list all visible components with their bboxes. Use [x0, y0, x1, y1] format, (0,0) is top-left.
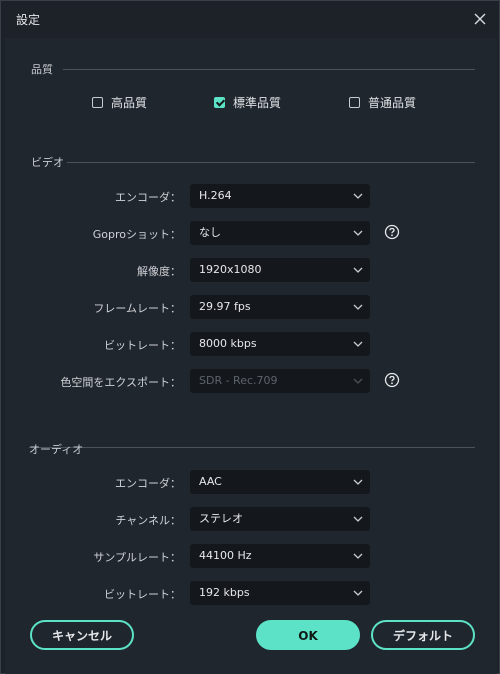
select-resolution[interactable]: 1920x1080 — [190, 258, 370, 282]
select-value: H.264 — [199, 189, 232, 202]
select-value: ステレオ — [199, 512, 243, 525]
select-value: なし — [199, 226, 221, 239]
ok-button[interactable]: OK — [256, 620, 360, 650]
select-value: AAC — [199, 475, 222, 488]
checkbox-label: 高品質 — [111, 96, 148, 110]
select-frame-rate[interactable]: 29.97 fps — [190, 295, 370, 319]
chevron-down-icon — [353, 553, 363, 559]
chevron-down-icon — [353, 341, 363, 347]
select-video-encoder[interactable]: H.264 — [190, 184, 370, 208]
label-gopro-shot: Goproショット： — [92, 228, 181, 241]
section-title-video: ビデオ — [31, 156, 64, 169]
chevron-down-icon — [353, 378, 363, 384]
divider — [67, 162, 475, 163]
select-value: 29.97 fps — [199, 300, 251, 313]
label-video-encoder: エンコーダ： — [115, 191, 181, 204]
checkbox-high-quality[interactable]: 高品質 — [92, 94, 147, 111]
help-icon[interactable] — [384, 224, 400, 240]
chevron-down-icon — [353, 479, 363, 485]
checkbox-icon — [92, 97, 103, 108]
chevron-down-icon — [353, 267, 363, 273]
chevron-down-icon — [353, 230, 363, 236]
select-audio-encoder[interactable]: AAC — [190, 470, 370, 494]
section-title-audio: オーディオ — [29, 443, 84, 456]
divider — [63, 69, 475, 70]
dialog-title: 設定 — [16, 13, 41, 27]
select-value: 1920x1080 — [199, 263, 262, 276]
select-export-color-space: SDR - Rec.709 — [190, 369, 370, 393]
select-audio-bitrate[interactable]: 192 kbps — [190, 581, 370, 605]
select-gopro-shot[interactable]: なし — [190, 221, 370, 245]
select-value: 44100 Hz — [199, 549, 252, 562]
chevron-down-icon — [353, 193, 363, 199]
help-icon[interactable] — [384, 372, 400, 388]
close-icon[interactable] — [471, 10, 489, 28]
checkbox-label: 普通品質 — [368, 96, 417, 110]
select-value: 8000 kbps — [199, 337, 257, 350]
title-bar: 設定 — [1, 1, 499, 37]
label-sample-rate: サンプルレート： — [93, 551, 181, 564]
default-button[interactable]: デフォルト — [371, 620, 475, 650]
label-resolution: 解像度： — [137, 265, 181, 278]
chevron-down-icon — [353, 590, 363, 596]
chevron-down-icon — [353, 516, 363, 522]
label-channel: チャンネル： — [115, 514, 181, 527]
select-sample-rate[interactable]: 44100 Hz — [190, 544, 370, 568]
settings-dialog: 設定 品質 高品質 標準品質 普通品質 ビデオ エンコーダ： H.264 Gop… — [0, 0, 500, 674]
label-video-bitrate: ビットレート： — [104, 339, 181, 352]
checkbox-icon — [349, 97, 360, 108]
select-channel[interactable]: ステレオ — [190, 507, 370, 531]
select-value: SDR - Rec.709 — [199, 374, 278, 387]
cancel-button[interactable]: キャンセル — [30, 620, 134, 650]
dialog-body: 品質 高品質 標準品質 普通品質 ビデオ エンコーダ： H.264 Goproシ… — [5, 38, 497, 674]
checkbox-label: 標準品質 — [233, 96, 282, 110]
label-audio-encoder: エンコーダ： — [115, 477, 181, 490]
checkbox-checked-icon — [214, 97, 225, 108]
select-value: 192 kbps — [199, 586, 250, 599]
label-frame-rate: フレームレート： — [93, 302, 181, 315]
label-audio-bitrate: ビットレート： — [104, 588, 181, 601]
checkbox-standard-quality[interactable]: 標準品質 — [214, 94, 281, 111]
label-export-color-space: 色空間をエクスポート： — [60, 376, 181, 389]
select-video-bitrate[interactable]: 8000 kbps — [190, 332, 370, 356]
checkbox-normal-quality[interactable]: 普通品質 — [349, 94, 416, 111]
section-title-quality: 品質 — [31, 63, 53, 76]
chevron-down-icon — [353, 304, 363, 310]
divider — [29, 447, 475, 448]
